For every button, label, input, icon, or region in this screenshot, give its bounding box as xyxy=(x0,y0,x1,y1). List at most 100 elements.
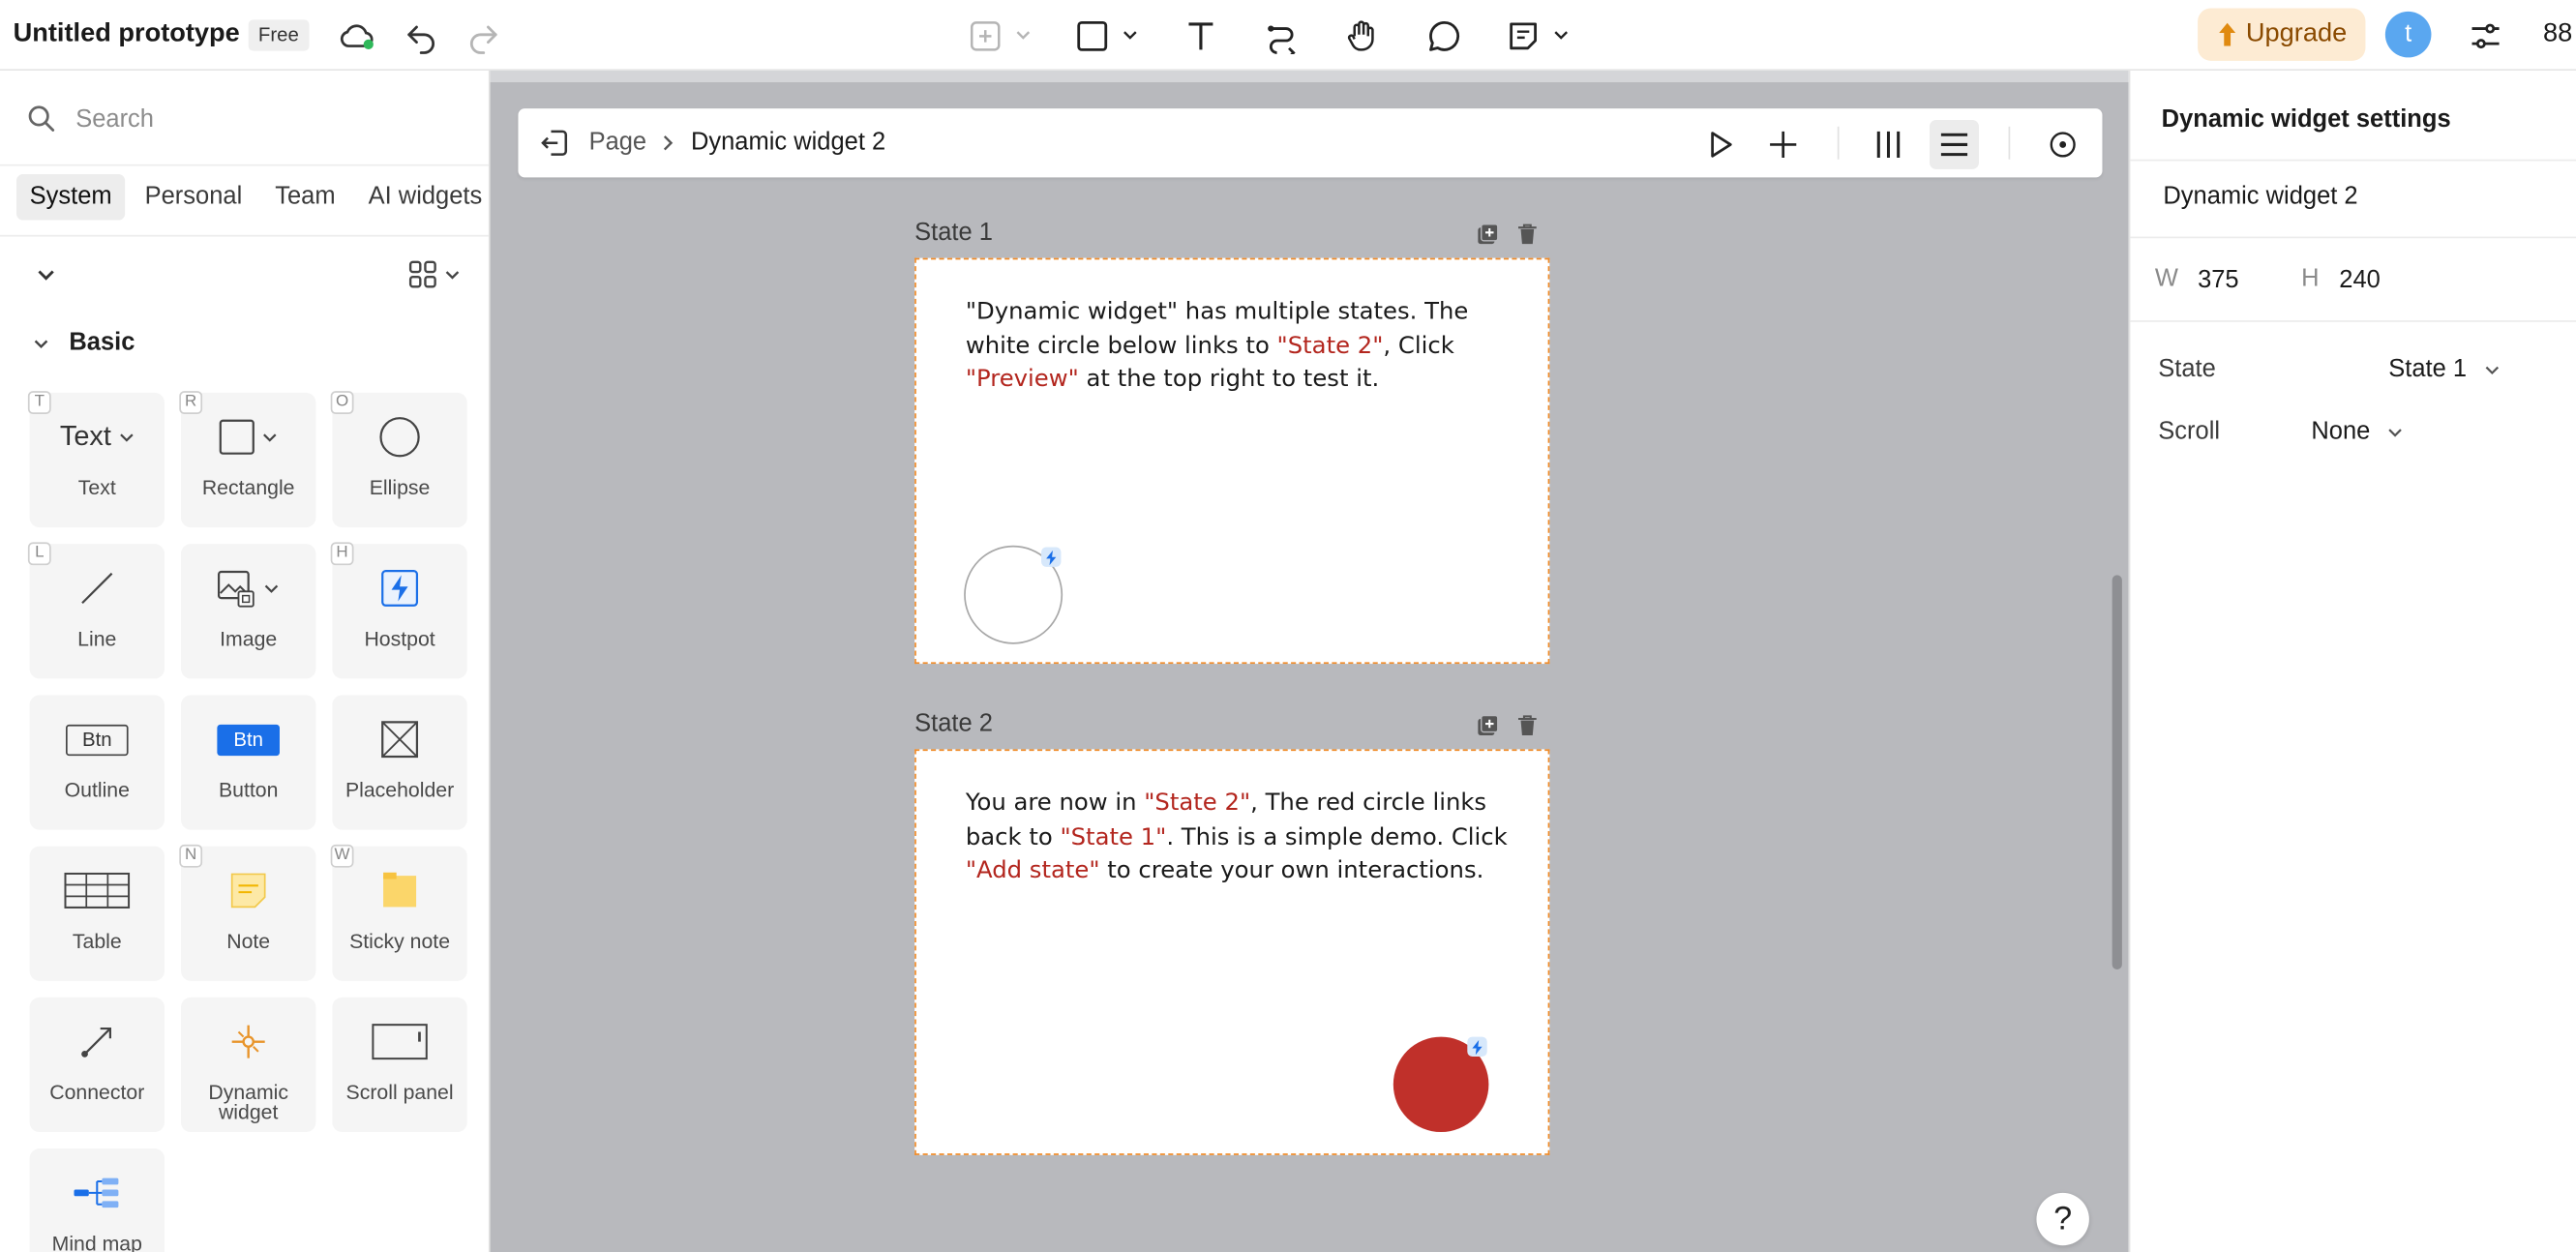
delete-state-icon[interactable] xyxy=(1516,715,1540,738)
delete-state-icon[interactable] xyxy=(1516,224,1540,247)
component-connector[interactable]: Connector xyxy=(29,997,165,1133)
component-label: Hostpot xyxy=(364,627,435,651)
component-label: Dynamic widget xyxy=(208,1081,289,1124)
component-line[interactable]: L Line xyxy=(27,542,165,679)
chevron-down-icon[interactable] xyxy=(1553,26,1570,43)
component-sticky-note[interactable]: W Sticky note xyxy=(330,844,467,981)
component-label: Connector xyxy=(49,1081,145,1105)
widget-settings-panel: Dynamic widget settings Dynamic widget 2… xyxy=(2128,71,2576,1252)
text-tool-icon[interactable] xyxy=(1182,16,1221,56)
note-tool-icon[interactable] xyxy=(1504,16,1543,56)
duplicate-state-icon[interactable] xyxy=(1478,714,1501,738)
target-icon[interactable] xyxy=(2038,120,2087,169)
state-title: State 2 xyxy=(914,709,993,738)
component-label: Note xyxy=(226,930,271,953)
table-icon xyxy=(30,866,165,915)
top-toolbar: Untitled prototype Free Upgrade t 88 xyxy=(0,0,2576,72)
highlighted-text: "Preview" xyxy=(965,366,1079,393)
upgrade-button[interactable]: Upgrade xyxy=(2198,8,2366,61)
component-placeholder[interactable]: Placeholder xyxy=(332,695,467,830)
component-label: Ellipse xyxy=(369,476,431,500)
scroll-select[interactable]: None xyxy=(2311,417,2403,445)
rectangle-tool-icon[interactable] xyxy=(1072,16,1112,56)
outline-button-icon: Btn xyxy=(30,715,165,764)
lightning-link-icon xyxy=(1041,547,1062,567)
height-field[interactable] xyxy=(2339,261,2422,298)
duplicate-state-icon[interactable] xyxy=(1478,224,1501,247)
breadcrumb-current: Dynamic widget 2 xyxy=(690,128,886,157)
connector-tool-icon[interactable] xyxy=(1262,16,1302,56)
hand-tool-icon[interactable] xyxy=(1342,16,1382,56)
component-table[interactable]: Table xyxy=(29,846,165,981)
undo-icon[interactable] xyxy=(402,16,441,56)
component-note[interactable]: N Note xyxy=(179,844,316,981)
ellipse-icon xyxy=(332,412,466,462)
divider xyxy=(2130,159,2576,162)
component-image[interactable]: Image xyxy=(180,544,316,679)
rectangle-icon xyxy=(181,412,315,462)
component-rectangle[interactable]: R Rectangle xyxy=(179,391,316,528)
avatar[interactable]: t xyxy=(2384,11,2432,58)
tab-team[interactable]: Team xyxy=(262,174,349,221)
tab-personal[interactable]: Personal xyxy=(132,174,255,221)
component-outline[interactable]: Btn Outline xyxy=(29,695,165,830)
component-button[interactable]: Btn Button xyxy=(180,695,316,830)
frame-icon[interactable] xyxy=(966,16,1005,56)
state-card[interactable]: You are now in "State 2", The red circle… xyxy=(914,749,1550,1155)
component-hotspot[interactable]: H Hostpot xyxy=(330,542,467,679)
state-description: You are now in "State 2", The red circle… xyxy=(966,787,1525,887)
document-title[interactable]: Untitled prototype xyxy=(14,19,240,49)
upgrade-label: Upgrade xyxy=(2245,19,2348,48)
tab-ai-widgets[interactable]: AI widgets xyxy=(355,174,489,221)
text-segment: . This is a simple demo. Click xyxy=(1166,823,1508,850)
chevron-down-icon xyxy=(34,339,48,348)
shortcut-key: H xyxy=(330,542,354,566)
state-card[interactable]: "Dynamic widget" has multiple states. Th… xyxy=(914,257,1550,665)
width-field[interactable] xyxy=(2198,261,2281,298)
state-select[interactable]: State 1 xyxy=(2388,355,2500,383)
search-input[interactable] xyxy=(75,97,471,140)
shortcut-key: N xyxy=(179,844,203,868)
rows-layout-icon[interactable] xyxy=(1929,119,1979,169)
connector-icon xyxy=(30,1017,165,1066)
component-label: Mind map xyxy=(51,1232,142,1252)
chevron-down-icon[interactable] xyxy=(1122,26,1138,43)
library-select-chevron-icon[interactable] xyxy=(36,264,55,283)
component-label: Placeholder xyxy=(344,778,455,802)
columns-layout-icon[interactable] xyxy=(1864,120,1913,169)
settings-sliders-icon[interactable] xyxy=(2466,16,2505,56)
component-label: Line xyxy=(77,627,117,651)
section-basic-header[interactable]: Basic xyxy=(33,329,135,357)
dynamic-widget-icon xyxy=(181,1017,315,1066)
redo-icon[interactable] xyxy=(464,16,503,56)
exit-widget-icon[interactable] xyxy=(538,127,571,160)
chevron-down-icon[interactable] xyxy=(1015,26,1032,43)
cloud-sync-icon[interactable] xyxy=(337,16,376,56)
panel-title: Dynamic widget settings xyxy=(2161,104,2451,134)
state-label: State xyxy=(2158,354,2216,383)
canvas-scrollbar[interactable] xyxy=(2112,575,2122,969)
component-label: Scroll panel xyxy=(345,1081,454,1105)
widget-name[interactable]: Dynamic widget 2 xyxy=(2163,183,2357,211)
component-scroll-panel[interactable]: Scroll panel xyxy=(332,997,467,1133)
zoom-level[interactable]: 88 xyxy=(2543,19,2572,49)
grid-view-toggle[interactable] xyxy=(408,259,461,289)
breadcrumb-page[interactable]: Page xyxy=(589,128,647,156)
tab-system[interactable]: System xyxy=(15,174,126,221)
component-label: Rectangle xyxy=(201,476,295,500)
component-label: Sticky note xyxy=(349,930,451,953)
comment-tool-icon[interactable] xyxy=(1424,16,1464,56)
chevron-down-icon xyxy=(2484,365,2499,374)
text-segment: , Click xyxy=(1383,332,1454,360)
app-root: Untitled prototype Free Upgrade t 88 Sea… xyxy=(0,0,2576,1252)
shortcut-key: W xyxy=(330,844,354,868)
note-icon xyxy=(181,866,315,915)
preview-play-icon[interactable] xyxy=(1696,120,1746,169)
canvas[interactable]: Page Dynamic widget 2 State 1 "Dynamic w… xyxy=(490,81,2129,1252)
component-mind-map[interactable]: Mind map xyxy=(29,1148,165,1252)
help-button[interactable]: ? xyxy=(2036,1192,2089,1246)
add-state-icon[interactable] xyxy=(1758,120,1808,169)
component-text[interactable]: T Text Text xyxy=(27,391,165,528)
component-dynamic-widget[interactable]: Dynamic widget xyxy=(180,997,316,1133)
component-ellipse[interactable]: O Ellipse xyxy=(330,391,467,528)
